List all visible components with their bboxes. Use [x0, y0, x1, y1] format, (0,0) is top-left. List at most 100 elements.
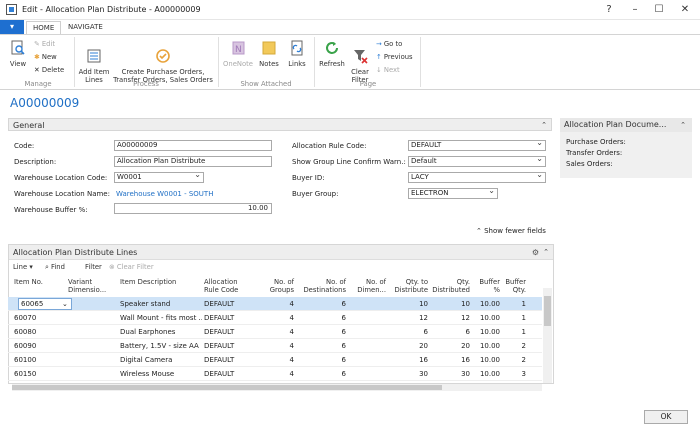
code-field[interactable]: A00000009: [114, 140, 272, 151]
table-row[interactable]: 60150 Wireless Mouse DEFAULT 4 6 30 30 10.00 3: [8, 367, 542, 381]
add-item-lines-button[interactable]: Add Item Lines: [78, 40, 110, 84]
description-field[interactable]: Allocation Plan Distribute: [114, 156, 272, 167]
new-button[interactable]: ✱ New: [34, 51, 57, 63]
file-menu-button[interactable]: ▾: [0, 20, 24, 34]
cell-buffer-pct: 10.00: [479, 314, 500, 322]
ribbon-separator: [74, 37, 75, 87]
cell-buffer-qty: 1: [521, 314, 526, 322]
help-button[interactable]: ?: [600, 3, 618, 17]
description-label: Description:: [14, 158, 57, 166]
collapse-icon: ⌃: [543, 248, 549, 256]
column-header-allocation-rule[interactable]: Allocation Rule Code: [204, 278, 254, 294]
previous-icon: ↑: [376, 53, 384, 61]
scroll-thumb[interactable]: [12, 385, 442, 390]
factbox-header[interactable]: Allocation Plan Docume... ⌃: [560, 118, 692, 132]
tab-home[interactable]: HOME: [26, 21, 62, 34]
table-row[interactable]: 60080 Dual Earphones DEFAULT 4 6 6 6 10.00 1: [8, 325, 542, 339]
scroll-thumb[interactable]: [544, 296, 551, 326]
chevron-down-icon[interactable]: ⌄: [62, 297, 70, 311]
clear-filter-lines-button[interactable]: ⊗ Clear Filter: [109, 261, 154, 273]
column-header-qty-distributed[interactable]: Qty. Distributed: [432, 278, 470, 294]
filter-button[interactable]: Filter: [85, 261, 102, 273]
cell-no-of-groups: 4: [289, 356, 294, 364]
onenote-button[interactable]: N OneNote: [222, 40, 254, 68]
find-button[interactable]: ⌕ Find: [45, 261, 65, 273]
show-group-select[interactable]: Default: [408, 156, 546, 167]
edit-button[interactable]: ✎ Edit: [34, 38, 55, 50]
ribbon-separator: [314, 37, 315, 87]
cell-no-of-groups: 4: [289, 342, 294, 350]
cell-buffer-qty: 1: [521, 300, 526, 308]
column-header-buffer-qty[interactable]: Buffer Qty.: [502, 278, 526, 294]
new-icon: ✱: [34, 53, 42, 61]
lines-header-label: Allocation Plan Distribute Lines: [13, 248, 138, 257]
links-button[interactable]: Links: [284, 40, 310, 68]
table-row[interactable]: 60065 Speaker stand DEFAULT 4 6 10 10 10.00 1 ⌄: [8, 297, 542, 311]
cell-allocation-rule: DEFAULT: [204, 370, 235, 378]
ribbon-separator: [420, 37, 421, 87]
show-group-label: Show Group Line Confirm Warn.:: [292, 158, 406, 166]
svg-text:N: N: [235, 45, 242, 55]
buyer-id-select[interactable]: LACY: [408, 172, 546, 183]
cell-qty-to-distribute: 30: [419, 370, 428, 378]
factbox-sales-orders[interactable]: Sales Orders:: [560, 159, 692, 170]
next-button[interactable]: ↓ Next: [376, 64, 400, 76]
column-header-item-description[interactable]: Item Description: [120, 278, 202, 286]
close-button[interactable]: ✕: [676, 3, 694, 17]
wh-loc-code-select[interactable]: W0001: [114, 172, 204, 183]
new-label: New: [41, 53, 57, 61]
refresh-button[interactable]: Refresh: [318, 40, 346, 68]
go-to-button[interactable]: → Go to: [376, 38, 402, 50]
factbox-purchase-orders[interactable]: Purchase Orders:: [560, 132, 692, 148]
buyer-group-select[interactable]: ELECTRON: [408, 188, 498, 199]
ok-button[interactable]: OK: [644, 410, 688, 424]
column-header-no-of-destinations[interactable]: No. of Destinations: [298, 278, 346, 294]
column-header-variant[interactable]: Variant Dimensio...: [68, 278, 114, 294]
clear-filter-button[interactable]: Clear Filter: [348, 40, 372, 84]
wh-loc-name-link[interactable]: Warehouse W0001 - SOUTH: [116, 190, 213, 198]
cell-no-of-destinations: 6: [341, 328, 346, 336]
general-header[interactable]: General ⌃: [8, 118, 552, 131]
minimize-button[interactable]: –: [626, 3, 644, 17]
onenote-label: OneNote: [223, 60, 253, 68]
links-label: Links: [288, 60, 306, 68]
column-header-buffer-pct[interactable]: Buffer %: [472, 278, 500, 294]
cell-no-of-destinations: 6: [341, 356, 346, 364]
table-row[interactable]: 60090 Battery, 1.5V - size AA DEFAULT 4 6 20 2…: [8, 339, 542, 353]
column-header-item-no[interactable]: Item No.: [14, 278, 52, 286]
show-fewer-fields-button[interactable]: ⌃ Show fewer fields: [476, 227, 546, 235]
column-header-no-of-groups[interactable]: No. of Groups: [260, 278, 294, 294]
previous-button[interactable]: ↑ Previous: [376, 51, 413, 63]
column-header-qty-to-distribute[interactable]: Qty. to Distribute: [388, 278, 428, 294]
horizontal-scrollbar[interactable]: [12, 384, 542, 391]
vertical-scrollbar[interactable]: [543, 288, 552, 383]
group-show-attached: Show Attached: [240, 80, 292, 88]
column-header-no-of-dimensions[interactable]: No. of Dimen...: [352, 278, 386, 294]
settings-icon[interactable]: ⚙: [532, 245, 539, 260]
cell-item-no: 60070: [14, 314, 37, 322]
table-row[interactable]: 60100 Digital Camera DEFAULT 4 6 16 16 10.00 2: [8, 353, 542, 367]
maximize-button[interactable]: ☐: [650, 3, 668, 17]
cell-qty-distributed: 20: [461, 342, 470, 350]
group-manage: Manage: [24, 80, 52, 88]
lines-header[interactable]: Allocation Plan Distribute Lines ⚙ ⌃: [9, 245, 553, 260]
grid-header: Item No. Variant Dimensio... Item Descript…: [8, 275, 544, 297]
create-orders-button[interactable]: Create Purchase Orders, Transfer Orders,…: [112, 40, 214, 84]
cell-qty-to-distribute: 6: [423, 328, 428, 336]
line-menu-button[interactable]: Line ▾: [13, 261, 33, 273]
tab-navigate[interactable]: NAVIGATE: [62, 21, 109, 34]
table-row[interactable]: 60070 Wall Mount - fits most ... DEFAULT 4 6…: [8, 311, 542, 325]
group-page: Page: [359, 80, 377, 88]
links-icon: [291, 40, 303, 56]
wh-buffer-field[interactable]: 10.00: [114, 203, 272, 214]
cell-buffer-pct: 10.00: [479, 356, 500, 364]
cell-no-of-destinations: 6: [341, 314, 346, 322]
factbox-transfer-orders[interactable]: Transfer Orders:: [560, 148, 692, 159]
cell-no-of-groups: 4: [289, 370, 294, 378]
show-fewer-label: Show fewer fields: [484, 227, 546, 235]
view-button[interactable]: View: [6, 40, 30, 68]
alloc-rule-select[interactable]: DEFAULT: [408, 140, 546, 151]
delete-button[interactable]: ✕ Delete: [34, 64, 64, 76]
notes-button[interactable]: Notes: [256, 40, 282, 68]
refresh-icon: [326, 42, 338, 54]
